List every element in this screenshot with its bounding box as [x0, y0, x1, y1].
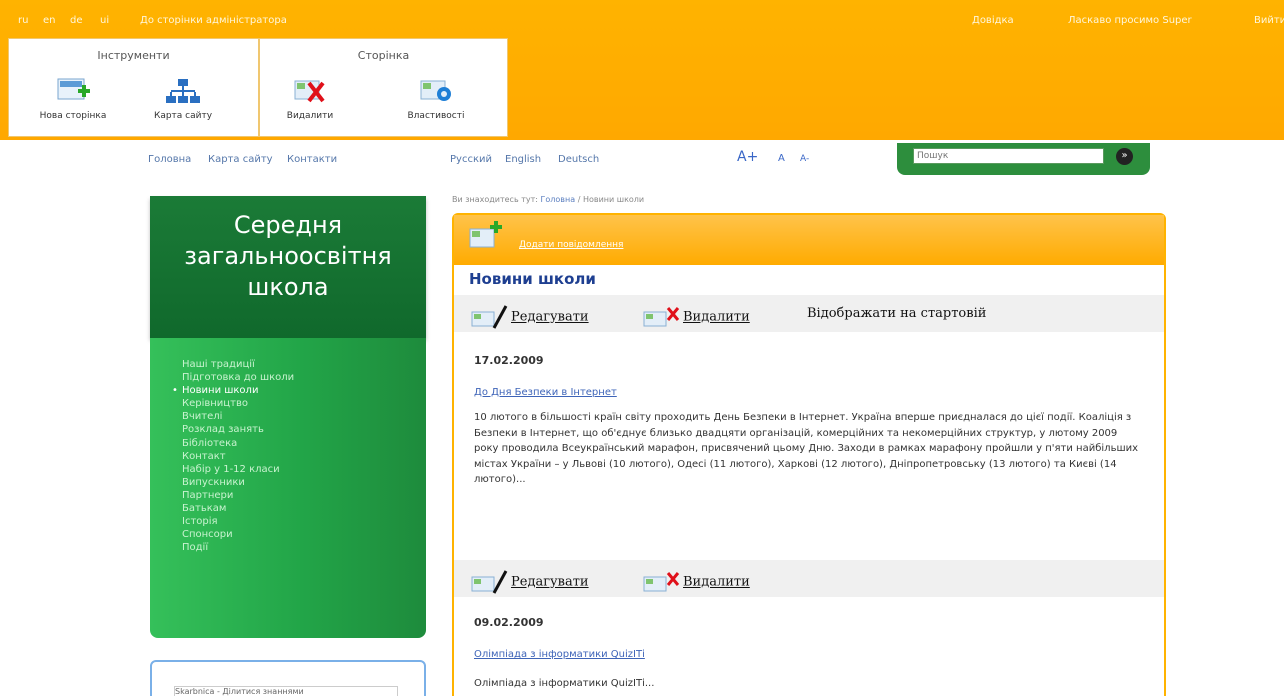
- news-toolbar: Редагувати Видалити Відображати на старт…: [454, 295, 1164, 332]
- side-menu-item-news[interactable]: • Новини школи: [172, 384, 426, 397]
- sitemap-button[interactable]: Карта сайту: [133, 77, 233, 121]
- page: ru en de ui До сторінки адміністратора Д…: [0, 0, 1284, 696]
- new-page-icon: [57, 78, 90, 100]
- news-date: 17.02.2009: [474, 354, 544, 367]
- delete-page-button[interactable]: Видалити: [260, 77, 360, 121]
- search-button[interactable]: »: [1116, 148, 1133, 165]
- side-menu-item-teachers[interactable]: Вчителі: [182, 410, 426, 423]
- welcome-user-link[interactable]: Ласкаво просимо Super: [1068, 15, 1192, 26]
- school-title: Середня загальноосвітня школа: [150, 196, 426, 338]
- sitemap-icon: [166, 79, 200, 103]
- lang-de-link[interactable]: de: [70, 15, 83, 26]
- search-input[interactable]: [913, 148, 1104, 164]
- toolgroup-tools: Інструменти Нова сторінка Карта сайту: [8, 38, 259, 137]
- section-title: Новини школи: [469, 270, 596, 288]
- nav-sitemap-link[interactable]: Карта сайту: [208, 154, 273, 165]
- breadcrumb-current: Новини школи: [582, 195, 645, 204]
- lang-ru-link[interactable]: ru: [18, 15, 28, 26]
- delete-button[interactable]: Видалити: [642, 304, 750, 330]
- lang-deutsch-link[interactable]: Deutsch: [558, 154, 599, 165]
- delete-label-2: Видалити: [683, 574, 750, 590]
- side-menu-item-preschool[interactable]: Підготовка до школи: [182, 371, 426, 384]
- side-menu-item-events[interactable]: Події: [182, 541, 426, 554]
- font-increase-button[interactable]: A+: [737, 149, 758, 165]
- news-text: 10 лютого в більшості країн світу проход…: [474, 412, 1139, 486]
- school-title-line-3: школа: [247, 273, 329, 301]
- edit-button-2[interactable]: Редагувати: [470, 569, 589, 595]
- breadcrumb-prefix: Ви знаходитесь тут:: [452, 195, 538, 204]
- breadcrumb: Ви знаходитесь тут: Головна / Новини шко…: [452, 195, 644, 204]
- breadcrumb-home-link[interactable]: Головна: [541, 195, 576, 204]
- news-title-link[interactable]: До Дня Безпеки в Інтернет: [474, 387, 617, 398]
- search-box: »: [897, 143, 1150, 175]
- news-text-2: Олімпіада з інформатики QuizITі...: [474, 678, 655, 689]
- delete-label: Видалити: [683, 309, 750, 325]
- news-title-link-2[interactable]: Олімпіада з інформатики QuizITі: [474, 649, 645, 660]
- lang-russian-link[interactable]: Русский: [450, 154, 492, 165]
- side-menu-item-enrollment[interactable]: Набір у 1-12 класи: [182, 463, 426, 476]
- content-panel: Додати повідомлення Новини школи Редагув…: [452, 213, 1166, 696]
- admin-page-link[interactable]: До сторінки адміністратора: [140, 15, 287, 26]
- delete-page-label: Видалити: [286, 111, 334, 121]
- edit-button[interactable]: Редагувати: [470, 304, 589, 330]
- help-link[interactable]: Довідка: [972, 15, 1014, 26]
- properties-button[interactable]: Властивості: [386, 77, 486, 121]
- nav-home-link[interactable]: Головна: [148, 154, 191, 165]
- side-menu-item-news-label: Новини школи: [182, 385, 259, 397]
- new-page-label: Нова сторінка: [39, 111, 107, 121]
- edit-icon: [471, 305, 508, 329]
- side-menu: Наші традиції Підготовка до школи • Новин…: [150, 338, 426, 638]
- side-menu-item-history[interactable]: Історія: [182, 515, 426, 528]
- side-widget-text[interactable]: Skarbnica - Ділитися знаннями: [174, 686, 398, 696]
- add-message-link[interactable]: Додати повідомлення: [519, 240, 623, 250]
- side-menu-item-library[interactable]: Бібліотека: [182, 437, 426, 450]
- side-menu-item-parents[interactable]: Батькам: [182, 502, 426, 515]
- side-menu-item-schedule[interactable]: Розклад занять: [182, 423, 426, 436]
- side-widget: Skarbnica - Ділитися знаннями: [150, 660, 426, 696]
- font-decrease-button[interactable]: A-: [800, 154, 809, 164]
- toolgroup-tools-title: Інструменти: [97, 49, 170, 62]
- news-toolbar-2: Редагувати Видалити: [454, 560, 1164, 597]
- breadcrumb-separator: /: [577, 195, 581, 204]
- edit-icon: [471, 570, 508, 594]
- toolgroup-page: Сторінка Видалити Властивості: [259, 38, 508, 137]
- active-bullet-icon: •: [172, 385, 178, 397]
- side-menu-item-traditions[interactable]: Наші традиції: [182, 358, 426, 371]
- lang-en-link[interactable]: en: [43, 15, 56, 26]
- lang-english-link[interactable]: English: [505, 154, 541, 165]
- delete-icon: [643, 307, 680, 327]
- properties-label: Властивості: [407, 111, 465, 121]
- school-title-line-1: Середня: [233, 211, 343, 239]
- edit-label: Редагувати: [511, 309, 589, 325]
- nav-contacts-link[interactable]: Контакти: [287, 154, 337, 165]
- news-date-2: 09.02.2009: [474, 616, 544, 629]
- edit-label-2: Редагувати: [511, 574, 589, 590]
- sitemap-label: Карта сайту: [153, 111, 213, 121]
- properties-icon: [420, 80, 451, 101]
- side-menu-item-contact[interactable]: Контакт: [182, 450, 426, 463]
- admin-bar: ru en de ui До сторінки адміністратора Д…: [0, 0, 1284, 140]
- side-menu-item-management[interactable]: Керівництво: [182, 397, 426, 410]
- admin-top-row: ru en de ui До сторінки адміністратора Д…: [0, 0, 1284, 38]
- show-on-start-label[interactable]: Відображати на стартовій: [807, 306, 986, 321]
- toolgroup-page-title: Сторінка: [357, 49, 410, 62]
- content-header: Додати повідомлення: [454, 215, 1164, 265]
- logout-link[interactable]: Вийти: [1254, 15, 1284, 26]
- font-normal-button[interactable]: A: [778, 153, 785, 164]
- delete-button-2[interactable]: Видалити: [642, 569, 750, 595]
- side-menu-item-graduates[interactable]: Випускники: [182, 476, 426, 489]
- school-title-line-2: загальноосвітня: [184, 242, 392, 270]
- side-menu-item-sponsors[interactable]: Спонсори: [182, 528, 426, 541]
- add-message-icon[interactable]: [468, 221, 504, 253]
- new-page-button[interactable]: Нова сторінка: [23, 77, 123, 121]
- lang-ua-link[interactable]: ui: [100, 15, 109, 26]
- delete-icon: [643, 572, 680, 592]
- side-menu-item-partners[interactable]: Партнери: [182, 489, 426, 502]
- delete-page-icon: [294, 80, 325, 103]
